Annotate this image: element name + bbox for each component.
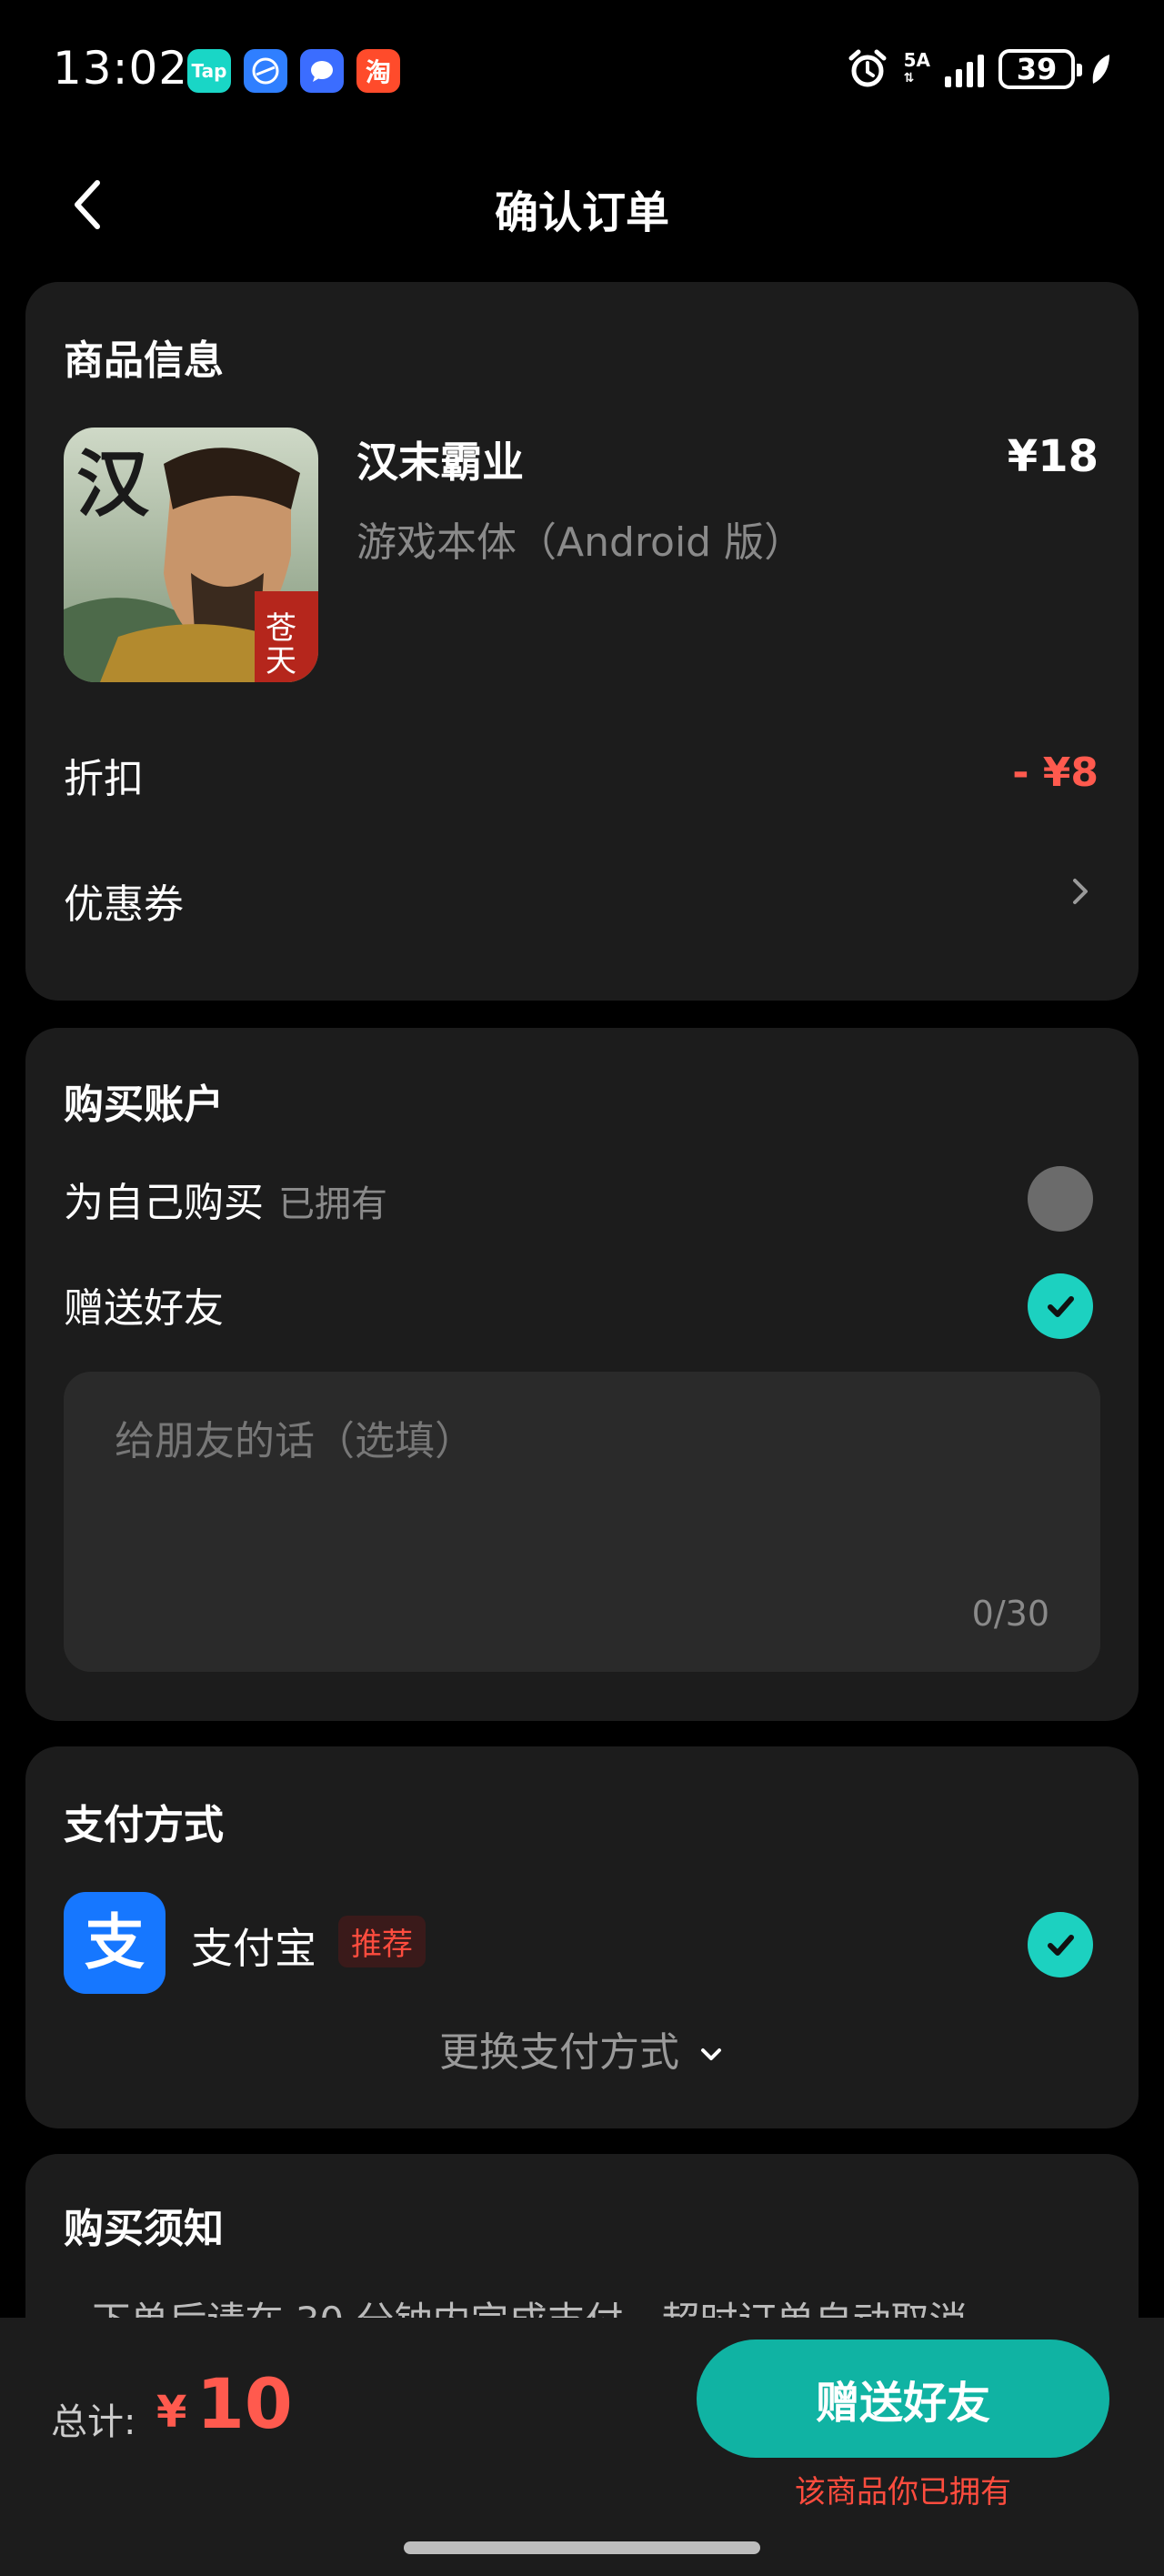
- discount-value: - ¥8: [1012, 750, 1099, 796]
- payment-method-card: 支付方式 支 支付宝 推荐 更换支付方式: [25, 1746, 1139, 2128]
- gift-friend-button[interactable]: 赠送好友: [697, 2340, 1109, 2458]
- bottom-checkout-bar: 总计: ¥ 10 赠送好友 该商品你已拥有: [0, 2318, 1164, 2576]
- battery-level: 39: [1016, 52, 1058, 86]
- product-info-title: 商品信息: [64, 337, 224, 384]
- nav-bar: 确认订单: [0, 164, 1164, 246]
- friend-message-placeholder: 给朋友的话（选填）: [115, 1418, 475, 1464]
- alipay-radio[interactable]: [1028, 1912, 1093, 1977]
- messages-icon: [300, 49, 344, 93]
- coupon-label: 优惠券: [64, 881, 184, 928]
- owned-tag: 已拥有: [278, 1183, 387, 1225]
- leaf-icon: [1092, 55, 1109, 84]
- page-title: 确认订单: [494, 187, 669, 238]
- status-app-icons: Tap 淘: [187, 49, 400, 93]
- signal-icon: [945, 51, 984, 87]
- payment-method-title: 支付方式: [64, 1802, 224, 1848]
- chevron-down-icon: [701, 2048, 721, 2060]
- purchase-notice-title: 购买须知: [64, 2206, 224, 2252]
- buy-for-self-option[interactable]: 为自己购买 已拥有: [64, 1170, 387, 1228]
- change-payment-button[interactable]: 更换支付方式: [25, 2019, 1139, 2078]
- product-thumbnail[interactable]: 汉 苍 天: [64, 428, 318, 682]
- recommend-badge: 推荐: [338, 1916, 426, 1967]
- buy-for-self-radio[interactable]: [1028, 1166, 1093, 1232]
- taptap-icon-label: Tap: [191, 60, 227, 82]
- alarm-icon: [848, 49, 887, 87]
- game-cover-image: 汉 苍 天: [64, 428, 318, 682]
- svg-text:支: 支: [85, 1907, 145, 1977]
- svg-text:天: 天: [266, 643, 296, 679]
- discount-label: 折扣: [64, 756, 144, 802]
- network-arrows-icon: ⇅: [903, 71, 915, 86]
- gift-friend-radio[interactable]: [1028, 1273, 1093, 1339]
- product-price: ¥18: [1007, 431, 1099, 482]
- already-owned-hint: 该商品你已拥有: [795, 2474, 1011, 2511]
- product-subtitle: 游戏本体（Android 版）: [356, 519, 805, 566]
- alipay-icon: 支: [64, 1892, 166, 1994]
- home-indicator[interactable]: [404, 2541, 760, 2554]
- network-type: 5A ⇅: [904, 51, 930, 87]
- purchase-account-card: 购买账户 为自己购买 已拥有 赠送好友 给朋友的话（选填） 0/30: [25, 1028, 1139, 1721]
- checkmark-icon: [1048, 1296, 1074, 1317]
- network-label: 5A: [903, 49, 930, 71]
- friend-message-counter: 0/30: [971, 1594, 1049, 1634]
- battery-icon: 39: [998, 49, 1082, 89]
- taobao-icon-label: 淘: [365, 57, 391, 87]
- gift-friend-label: 赠送好友: [64, 1285, 224, 1332]
- buy-for-self-label: 为自己购买: [64, 1180, 264, 1226]
- product-info-card: 商品信息 汉 苍 天 汉末霸业 ¥18 游戏本体（Android 版） 折扣 -…: [25, 282, 1139, 1001]
- alipay-label[interactable]: 支付宝: [191, 1916, 316, 1976]
- status-bar: 13:02 Tap 淘 5A ⇅ 39: [0, 0, 1164, 136]
- taptap-icon: Tap: [187, 49, 231, 93]
- coupon-row[interactable]: 优惠券: [64, 871, 1100, 928]
- purchase-account-title: 购买账户: [64, 1082, 224, 1128]
- taobao-icon: 淘: [356, 49, 400, 93]
- status-time: 13:02: [53, 42, 189, 95]
- page: 13:02 Tap 淘 5A ⇅ 39 确认订单 商品信息 汉 苍 天 汉末霸业…: [0, 0, 1164, 2576]
- gift-friend-option[interactable]: 赠送好友: [64, 1275, 224, 1333]
- total-amount: 10: [196, 2363, 293, 2444]
- chevron-right-icon[interactable]: [1064, 875, 1097, 908]
- product-name: 汉末霸业: [356, 438, 524, 487]
- svg-text:苍: 苍: [266, 610, 296, 647]
- status-right: 5A ⇅ 39: [846, 47, 1111, 91]
- checkmark-icon: [1048, 1935, 1074, 1956]
- friend-message-input[interactable]: 给朋友的话（选填） 0/30: [64, 1372, 1100, 1672]
- svg-text:汉: 汉: [76, 441, 150, 527]
- browser-icon: [244, 49, 287, 93]
- total-currency: ¥: [156, 2387, 187, 2438]
- change-payment-label: 更换支付方式: [439, 2029, 679, 2076]
- total-label: 总计:: [51, 2401, 136, 2443]
